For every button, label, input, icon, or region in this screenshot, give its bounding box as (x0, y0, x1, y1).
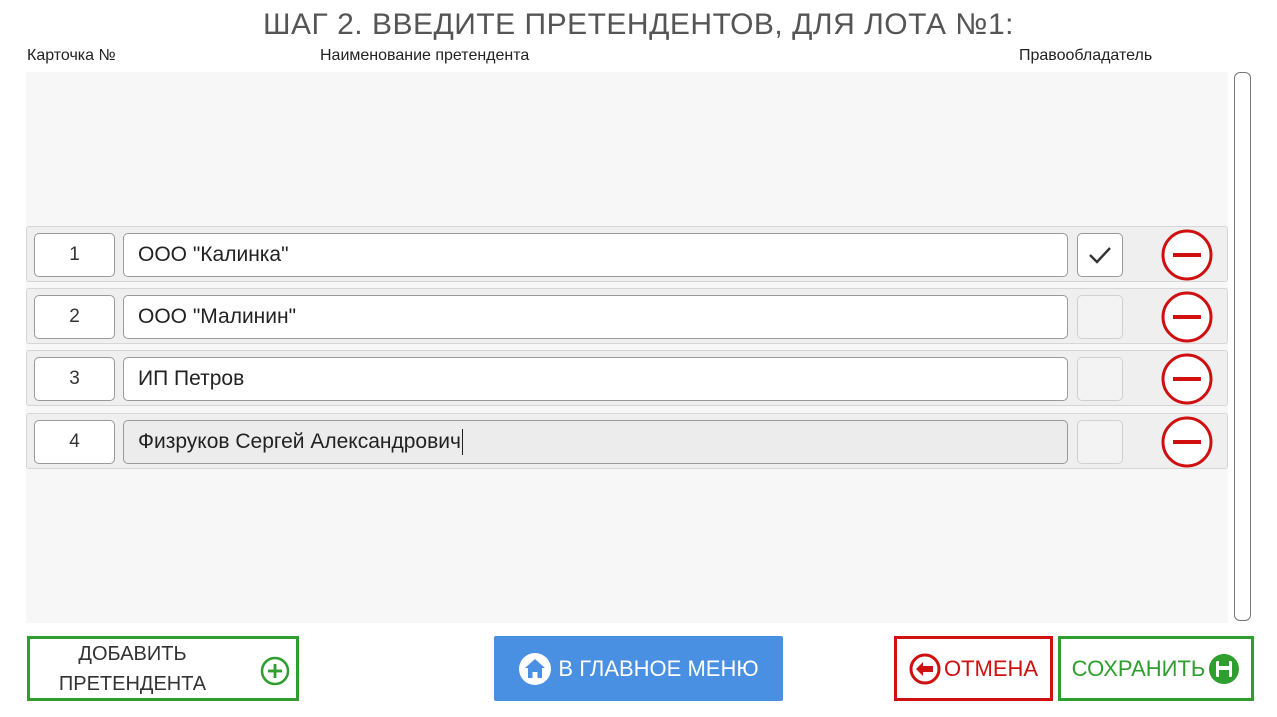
remove-applicant-button[interactable] (1161, 353, 1213, 405)
main-menu-button[interactable]: В ГЛАВНОЕ МЕНЮ (494, 636, 783, 701)
owner-checkbox[interactable] (1077, 420, 1123, 464)
applicant-name-field[interactable]: ИП Петров (123, 357, 1068, 401)
arrow-left-circle-icon (909, 653, 941, 684)
home-icon (519, 652, 552, 685)
save-button[interactable]: СОХРАНИТЬ (1058, 636, 1254, 701)
cancel-label: ОТМЕНА (943, 655, 1039, 681)
minus-circle-icon (1161, 416, 1213, 468)
applicant-row-1: 1 ООО "Калинка" (26, 226, 1228, 282)
remove-applicant-button[interactable] (1161, 229, 1213, 281)
applicant-name-text: Физруков Сергей Александрович (138, 430, 461, 453)
applicant-name-text: ООО "Малинин" (138, 305, 297, 328)
owner-checkbox[interactable] (1077, 357, 1123, 401)
card-number-field[interactable]: 4 (34, 420, 115, 464)
cancel-button[interactable]: ОТМЕНА (894, 636, 1053, 701)
column-header-name: Наименование претендента (320, 47, 530, 64)
add-label-line2: ПРЕТЕНДЕНТА (58, 672, 207, 695)
applicant-name-field[interactable]: Физруков Сергей Александрович (123, 420, 1068, 464)
minus-circle-icon (1161, 353, 1213, 405)
column-header-card: Карточка № (27, 47, 116, 64)
applicant-name-field[interactable]: ООО "Малинин" (123, 295, 1068, 339)
plus-circle-icon (260, 656, 290, 686)
add-applicant-button[interactable]: ДОБАВИТЬ ПРЕТЕНДЕНТА (27, 636, 299, 701)
minus-circle-icon (1161, 229, 1213, 281)
add-label-line1: ДОБАВИТЬ (78, 642, 187, 665)
applicant-row-3: 3 ИП Петров (26, 350, 1228, 406)
column-header-owner: Правообладатель (1019, 47, 1153, 64)
checkmark-icon (1089, 247, 1111, 264)
add-applicant-label: ДОБАВИТЬ ПРЕТЕНДЕНТА (30, 639, 235, 699)
save-label: СОХРАНИТЬ (1071, 655, 1206, 681)
text-cursor (461, 429, 463, 455)
card-number-field[interactable]: 2 (34, 295, 115, 339)
owner-checkbox[interactable] (1077, 233, 1123, 277)
remove-applicant-button[interactable] (1161, 291, 1213, 343)
remove-applicant-button[interactable] (1161, 416, 1213, 468)
list-scrollbar[interactable] (1234, 72, 1251, 621)
applicant-row-4: 4 Физруков Сергей Александрович (26, 413, 1228, 469)
applicant-name-field[interactable]: ООО "Калинка" (123, 233, 1068, 277)
card-number-field[interactable]: 1 (34, 233, 115, 277)
minus-circle-icon (1161, 291, 1213, 343)
applicant-name-text: ИП Петров (138, 367, 245, 390)
page-title: ШАГ 2. ВВЕДИТЕ ПРЕТЕНДЕНТОВ, ДЛЯ ЛОТА №1… (263, 8, 1014, 41)
applicant-row-2: 2 ООО "Малинин" (26, 288, 1228, 344)
applicants-list (26, 72, 1228, 623)
card-number-field[interactable]: 3 (34, 357, 115, 401)
owner-checkbox[interactable] (1077, 295, 1123, 339)
floppy-disk-icon (1209, 653, 1240, 684)
applicant-name-text: ООО "Калинка" (138, 243, 289, 266)
main-menu-label: В ГЛАВНОЕ МЕНЮ (558, 655, 759, 681)
